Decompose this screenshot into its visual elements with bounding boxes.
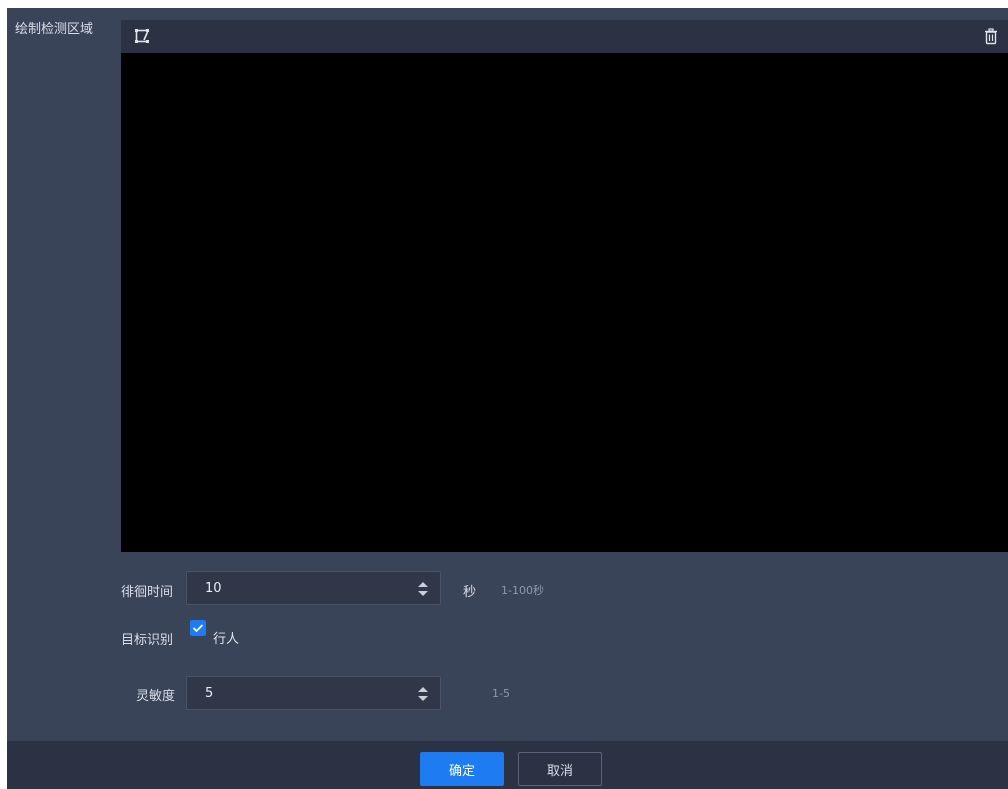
draw-region-icon[interactable] (131, 25, 153, 47)
dialog-footer: 确定 取消 (7, 741, 1008, 789)
loiter-spinner-icon[interactable] (418, 581, 428, 596)
sensitivity-spinner-icon[interactable] (418, 686, 428, 701)
loiter-hint: 1-100秒 (501, 584, 544, 597)
video-preview[interactable] (121, 53, 1008, 552)
loiter-time-input[interactable] (187, 572, 425, 604)
video-toolbar (121, 20, 1008, 53)
sensitivity-input[interactable] (187, 677, 425, 709)
pedestrian-option-label[interactable]: 行人 (213, 628, 239, 647)
sensitivity-hint: 1-5 (492, 687, 510, 700)
sensitivity-label: 灵敏度 (136, 689, 176, 704)
confirm-button[interactable]: 确定 (420, 752, 504, 786)
sensitivity-field[interactable] (186, 676, 441, 710)
pedestrian-checkbox[interactable] (190, 620, 206, 636)
trash-icon[interactable] (980, 25, 1002, 47)
loiter-time-label: 徘徊时间 (121, 585, 174, 600)
loiter-unit: 秒 (463, 585, 477, 600)
loiter-time-field[interactable] (186, 571, 441, 605)
target-recognition-label: 目标识别 (121, 633, 174, 648)
draw-region-label: 绘制检测区域 (15, 22, 94, 37)
check-icon (192, 624, 204, 633)
cancel-button[interactable]: 取消 (518, 752, 602, 786)
